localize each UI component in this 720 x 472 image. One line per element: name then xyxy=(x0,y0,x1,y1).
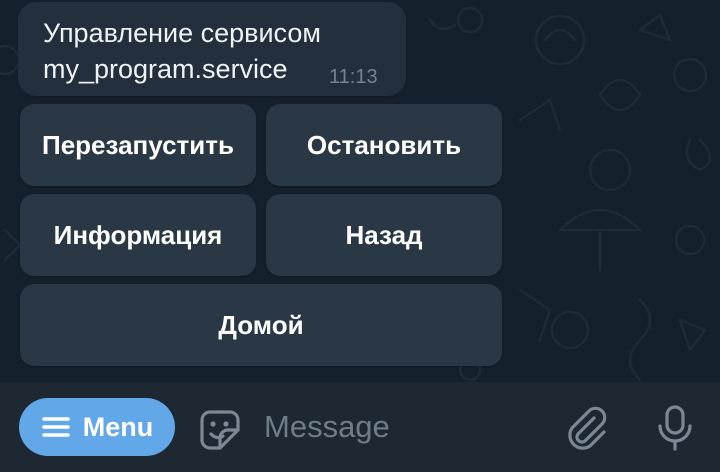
stop-button-label: Остановить xyxy=(306,129,462,160)
sticker-button[interactable] xyxy=(196,406,244,454)
message-composer-bar: Menu xyxy=(0,382,720,472)
menu-button-label: Menu xyxy=(82,411,154,442)
bot-message-bubble: Управление сервисом my_program.service 1… xyxy=(18,2,406,96)
stop-button[interactable]: Остановить xyxy=(266,104,502,186)
message-timestamp: 11:13 xyxy=(329,66,378,88)
back-button[interactable]: Назад xyxy=(266,194,502,276)
home-button-label: Домой xyxy=(218,309,304,340)
microphone-icon xyxy=(658,405,692,451)
home-button[interactable]: Домой xyxy=(20,284,502,366)
message-text-line-1: Управление сервисом xyxy=(43,18,321,48)
menu-button[interactable]: Menu xyxy=(19,398,175,456)
restart-button-label: Перезапустить xyxy=(42,129,234,160)
back-button-label: Назад xyxy=(345,219,423,250)
message-text-line-2: my_program.service xyxy=(43,54,288,84)
hamburger-menu-icon xyxy=(42,417,70,437)
paperclip-icon xyxy=(568,406,607,450)
info-button-label: Информация xyxy=(53,219,223,250)
voice-message-button[interactable] xyxy=(653,404,697,452)
sticker-emoji-icon xyxy=(200,410,240,450)
message-input[interactable] xyxy=(264,404,544,450)
info-button[interactable]: Информация xyxy=(20,194,256,276)
restart-button[interactable]: Перезапустить xyxy=(20,104,256,186)
attach-button[interactable] xyxy=(562,404,610,452)
